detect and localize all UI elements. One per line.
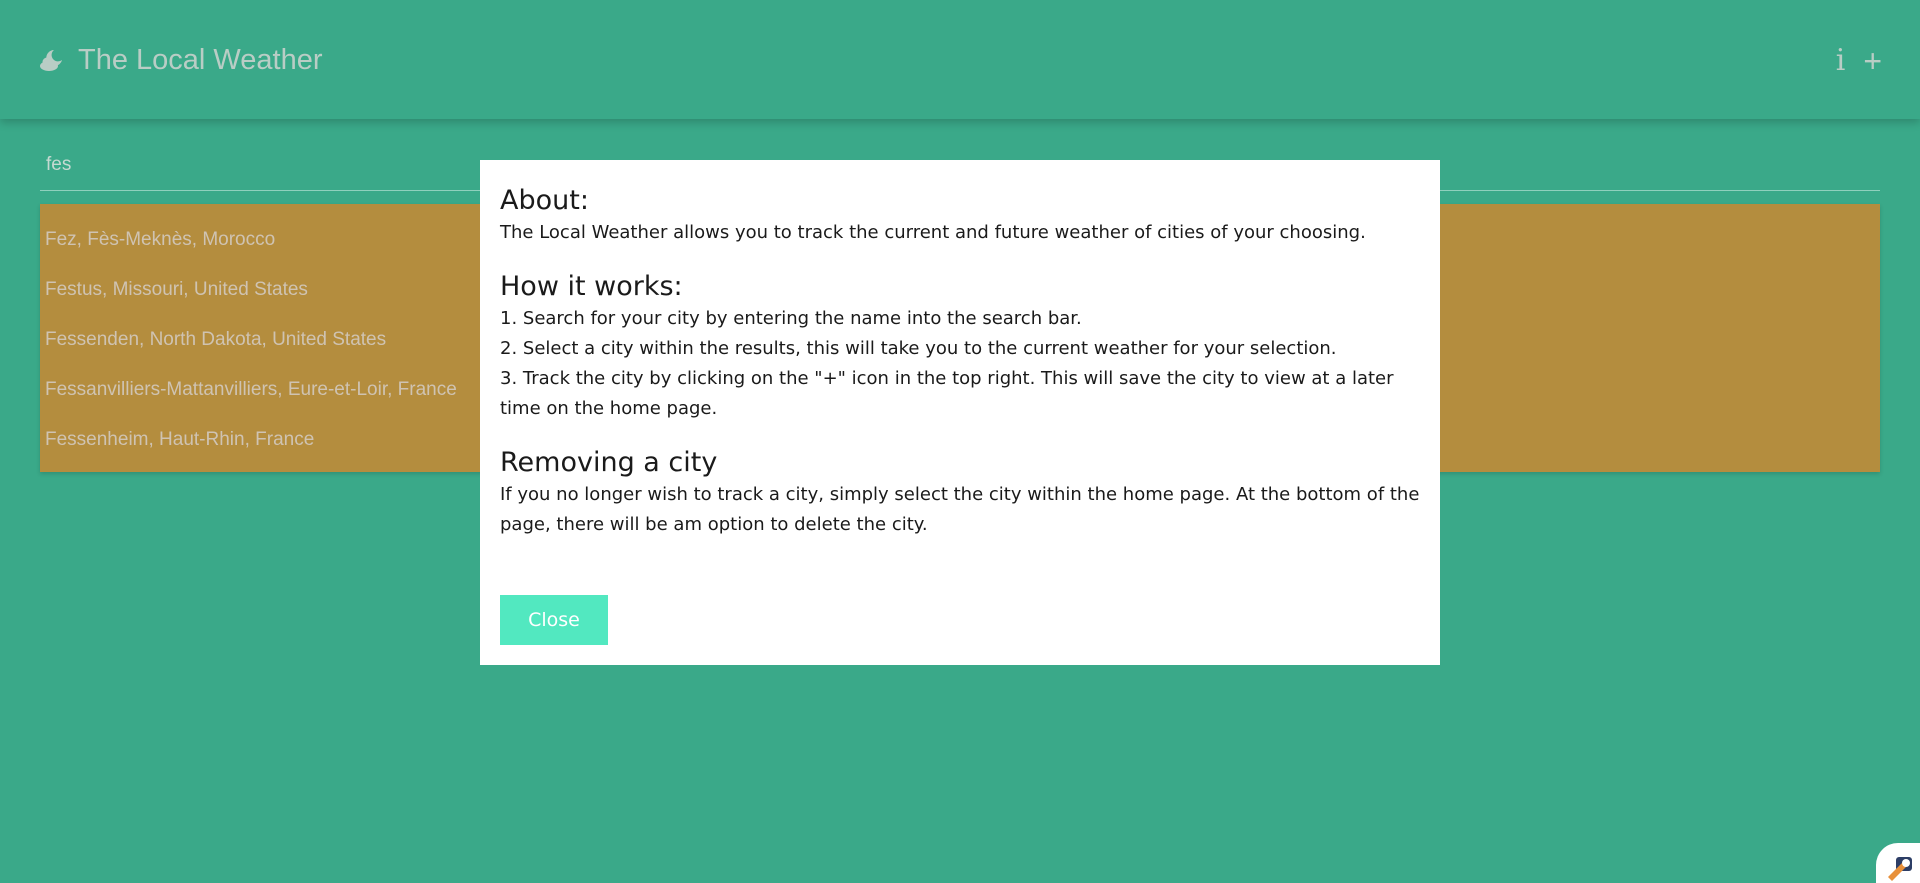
removing-city-heading: Removing a city (500, 447, 718, 478)
result-item[interactable]: Festus, Missouri, United States (45, 278, 308, 302)
header-brand: The Local Weather (38, 42, 323, 78)
about-modal: About: The Local Weather allows you to t… (480, 160, 1440, 665)
header-actions: i + (1818, 43, 1882, 79)
how-it-works-heading: How it works: (500, 271, 683, 302)
extension-icon (1888, 857, 1912, 881)
modal-content: About: The Local Weather allows you to t… (500, 184, 1420, 540)
how-step: 1. Search for your city by entering the … (500, 308, 1082, 329)
corner-extension-badge[interactable] (1876, 843, 1920, 883)
add-city-button[interactable]: + (1863, 43, 1882, 79)
close-button[interactable]: Close (500, 595, 608, 645)
weather-cloud-moon-icon (38, 46, 66, 74)
result-item[interactable]: Fessenheim, Haut-Rhin, France (45, 428, 314, 452)
about-text: The Local Weather allows you to track th… (500, 222, 1366, 243)
app-header: The Local Weather i + (0, 0, 1920, 119)
info-button[interactable]: i (1836, 43, 1846, 79)
result-item[interactable]: Fessanvilliers-Mattanvilliers, Eure-et-L… (45, 378, 457, 402)
app-title: The Local Weather (78, 44, 323, 76)
result-item[interactable]: Fessenden, North Dakota, United States (45, 328, 386, 352)
result-item[interactable]: Fez, Fès-Meknès, Morocco (45, 228, 275, 252)
about-heading: About: (500, 185, 589, 216)
removing-city-text: If you no longer wish to track a city, s… (500, 484, 1420, 535)
how-step: 3. Track the city by clicking on the "+"… (500, 368, 1394, 419)
how-step: 2. Select a city within the results, thi… (500, 338, 1337, 359)
